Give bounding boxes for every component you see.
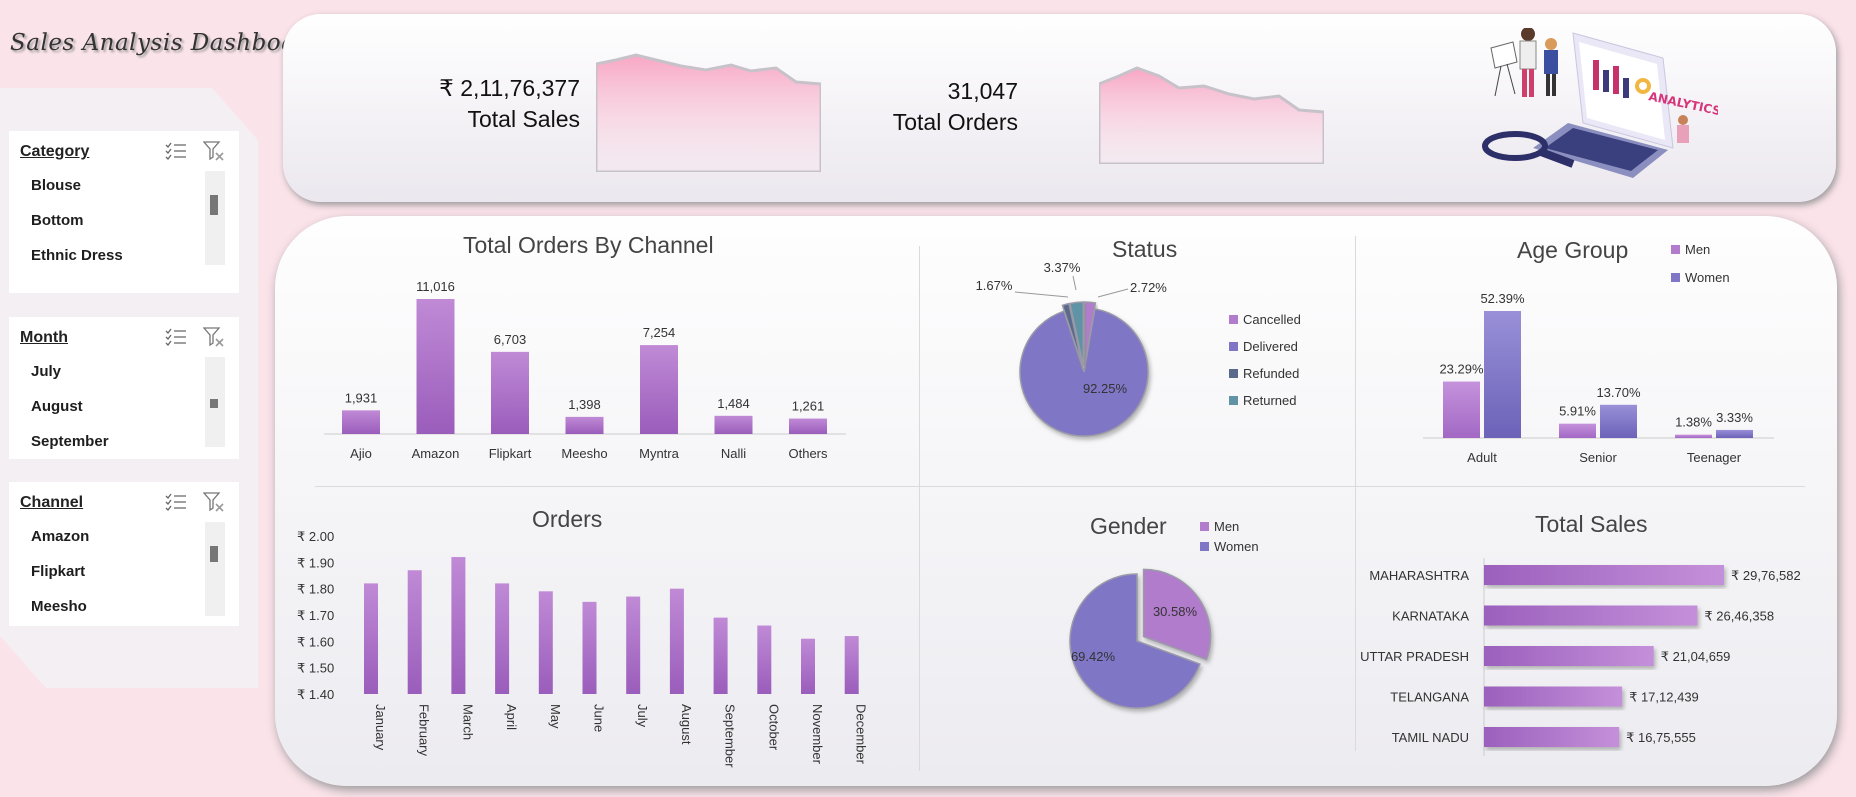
- bar: [364, 583, 378, 694]
- bar: [495, 583, 510, 694]
- x-tick-label: April: [504, 704, 519, 730]
- bar: [1443, 381, 1480, 438]
- leader-line: [1097, 288, 1129, 298]
- bar: [538, 591, 553, 694]
- bar: [416, 299, 455, 434]
- bar: [757, 625, 772, 694]
- bar: [626, 596, 641, 694]
- data-label: 69.42%: [1071, 649, 1116, 664]
- y-tick-label: MAHARASHTRA: [1369, 568, 1469, 583]
- y-tick-label: ₹ 1.90: [297, 555, 334, 570]
- bar: [1484, 686, 1623, 707]
- x-tick-label: February: [417, 704, 432, 757]
- bar: [789, 418, 827, 434]
- x-tick-label: August: [679, 704, 694, 745]
- y-tick-label: ₹ 1.60: [297, 634, 334, 649]
- data-label: 52.39%: [1480, 291, 1525, 306]
- y-tick-label: KARNATAKA: [1392, 609, 1469, 624]
- bar: [565, 416, 604, 434]
- data-label: 11,016: [416, 279, 455, 294]
- data-label: 1,931: [345, 390, 378, 405]
- x-tick-label: July: [635, 704, 650, 728]
- bar: [1484, 605, 1698, 626]
- leader-line: [1014, 291, 1069, 298]
- y-tick-label: ₹ 2.00: [297, 529, 334, 544]
- bar: [1716, 429, 1753, 438]
- bar: [1675, 434, 1712, 438]
- leader-line: [1072, 275, 1077, 291]
- data-label: 7,254: [643, 325, 676, 340]
- bar: [669, 588, 684, 694]
- y-tick-label: ₹ 1.40: [297, 687, 334, 702]
- x-tick-label: March: [460, 704, 475, 740]
- x-tick-label: January: [373, 704, 388, 751]
- bar: [1559, 423, 1596, 438]
- bar: [1484, 565, 1724, 585]
- x-tick-label: Adult: [1467, 450, 1497, 465]
- data-label: 1,398: [568, 397, 601, 412]
- data-label: 23.29%: [1439, 362, 1484, 377]
- x-tick-label: September: [723, 704, 738, 768]
- x-tick-label: May: [548, 704, 563, 729]
- x-tick-label: Myntra: [639, 446, 680, 461]
- x-tick-label: Amazon: [412, 446, 460, 461]
- bar: [451, 557, 466, 694]
- bar: [1484, 311, 1521, 438]
- x-tick-label: December: [854, 704, 869, 765]
- bar: [1484, 646, 1654, 666]
- data-label: 1,261: [792, 399, 825, 414]
- data-label: 1,484: [717, 396, 750, 411]
- data-label: 5.91%: [1559, 404, 1596, 419]
- x-tick-label: June: [592, 704, 607, 732]
- y-tick-label: ₹ 1.70: [297, 608, 334, 623]
- data-label: 30.58%: [1153, 604, 1198, 619]
- data-label: 6,703: [494, 332, 527, 347]
- bar: [582, 601, 597, 694]
- data-label: ₹ 21,04,659: [1661, 649, 1731, 664]
- data-label: 13.70%: [1596, 385, 1641, 400]
- data-label: ₹ 29,76,582: [1731, 568, 1801, 583]
- x-tick-label: Teenager: [1687, 450, 1742, 465]
- bar: [801, 638, 815, 694]
- y-tick-label: ₹ 1.50: [297, 661, 334, 676]
- data-label: 1.38%: [1675, 415, 1712, 430]
- bar: [640, 345, 678, 434]
- data-label: 92.25%: [1083, 381, 1128, 396]
- y-tick-label: UTTAR PRADESH: [1360, 649, 1469, 664]
- bar: [844, 636, 859, 694]
- bar: [342, 410, 380, 434]
- y-tick-label: TELANGANA: [1390, 690, 1469, 705]
- bar: [491, 351, 529, 434]
- data-label: ₹ 26,46,358: [1704, 609, 1774, 624]
- bar: [1600, 404, 1637, 438]
- bar: [713, 617, 728, 694]
- x-tick-label: Others: [788, 446, 828, 461]
- x-tick-label: Meesho: [561, 446, 607, 461]
- x-tick-label: Nalli: [721, 446, 746, 461]
- data-label: 3.37%: [1044, 260, 1081, 275]
- x-tick-label: November: [810, 704, 825, 765]
- data-label: 3.33%: [1716, 410, 1753, 425]
- y-tick-label: TAMIL NADU: [1392, 730, 1469, 745]
- y-tick-label: ₹ 1.80: [297, 582, 334, 597]
- data-label: ₹ 17,12,439: [1629, 690, 1699, 705]
- x-tick-label: October: [766, 704, 781, 751]
- bar: [1484, 727, 1620, 747]
- x-tick-label: Senior: [1579, 450, 1617, 465]
- bar: [407, 570, 422, 694]
- x-tick-label: Ajio: [350, 446, 372, 461]
- charts-layer: 1,931 Ajio 11,016 Amazon 6,703 Flipkart 1,398 M…: [297, 260, 1801, 768]
- x-tick-label: Flipkart: [489, 446, 532, 461]
- data-label: 1.67%: [976, 278, 1013, 293]
- data-label: 2.72%: [1130, 280, 1167, 295]
- data-label: ₹ 16,75,555: [1626, 730, 1696, 745]
- bar: [714, 415, 753, 434]
